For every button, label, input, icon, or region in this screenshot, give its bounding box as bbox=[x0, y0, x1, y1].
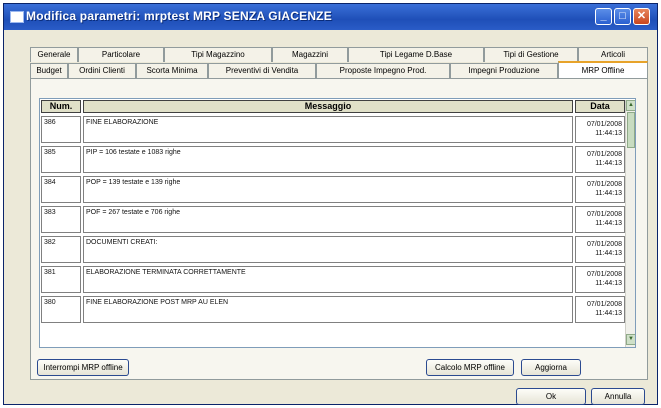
row-num: 380 bbox=[41, 296, 81, 323]
row-message: POF = 267 testate e 706 righe bbox=[83, 206, 573, 233]
tab-scorta-minima[interactable]: Scorta Minima bbox=[136, 63, 208, 78]
tab-mrp-offline[interactable]: MRP Offline bbox=[558, 61, 648, 78]
table-row[interactable]: 385 PIP = 106 testate e 1083 righe 07/01… bbox=[41, 146, 625, 176]
row-date-time: 11:44:13 bbox=[595, 190, 622, 197]
column-header-messaggio[interactable]: Messaggio bbox=[83, 100, 573, 113]
title-bar[interactable]: Modifica parametri: mrptest MRP SENZA GI… bbox=[4, 4, 657, 30]
row-date-time: 11:44:13 bbox=[595, 250, 622, 257]
maximize-button[interactable]: □ bbox=[614, 8, 631, 25]
interrompi-mrp-offline-button[interactable]: Interrompi MRP offline bbox=[37, 359, 129, 376]
row-date-time: 11:44:13 bbox=[595, 280, 622, 287]
row-date: 07/01/2008 11:44:13 bbox=[575, 266, 625, 293]
row-message: DOCUMENTI CREATI: bbox=[83, 236, 573, 263]
row-date-day: 07/01/2008 bbox=[586, 271, 622, 278]
minimize-button[interactable]: _ bbox=[595, 8, 612, 25]
row-date: 07/01/2008 11:44:13 bbox=[575, 236, 625, 263]
calcolo-mrp-offline-button[interactable]: Calcolo MRP offline bbox=[426, 359, 514, 376]
row-date: 07/01/2008 11:44:13 bbox=[575, 206, 625, 233]
row-num: 384 bbox=[41, 176, 81, 203]
tab-impegni-produzione[interactable]: Impegni Produzione bbox=[450, 63, 558, 78]
row-num: 382 bbox=[41, 236, 81, 263]
row-num: 383 bbox=[41, 206, 81, 233]
aggiorna-button[interactable]: Aggiorna bbox=[521, 359, 581, 376]
tab-particolare[interactable]: Particolare bbox=[78, 47, 164, 62]
tab-generale[interactable]: Generale bbox=[30, 47, 78, 62]
row-date-time: 11:44:13 bbox=[595, 220, 622, 227]
tab-ordini-clienti[interactable]: Ordini Clienti bbox=[68, 63, 136, 78]
row-date-day: 07/01/2008 bbox=[586, 301, 622, 308]
row-date-day: 07/01/2008 bbox=[586, 211, 622, 218]
row-message: FINE ELABORAZIONE bbox=[83, 116, 573, 143]
row-message: ELABORAZIONE TERMINATA CORRETTAMENTE bbox=[83, 266, 573, 293]
tab-tipi-di-gestione[interactable]: Tipi di Gestione bbox=[484, 47, 578, 62]
row-num: 386 bbox=[41, 116, 81, 143]
window-title: Modifica parametri: mrptest MRP SENZA GI… bbox=[26, 9, 332, 23]
table-row[interactable]: 384 POP = 139 testate e 139 righe 07/01/… bbox=[41, 176, 625, 206]
table-row[interactable]: 380 FINE ELABORAZIONE POST MRP AU ELEN 0… bbox=[41, 296, 625, 326]
table-row[interactable]: 383 POF = 267 testate e 706 righe 07/01/… bbox=[41, 206, 625, 236]
tab-magazzini[interactable]: Magazzini bbox=[272, 47, 348, 62]
row-date-time: 11:44:13 bbox=[595, 130, 622, 137]
row-date-time: 11:44:13 bbox=[595, 310, 622, 317]
row-date: 07/01/2008 11:44:13 bbox=[575, 296, 625, 323]
row-date-day: 07/01/2008 bbox=[586, 241, 622, 248]
row-date-time: 11:44:13 bbox=[595, 160, 622, 167]
tab-tipi-legame-dbase[interactable]: Tipi Legame D.Base bbox=[348, 47, 484, 62]
tab-budget[interactable]: Budget bbox=[30, 63, 68, 78]
row-message: FINE ELABORAZIONE POST MRP AU ELEN bbox=[83, 296, 573, 323]
annulla-button[interactable]: Annulla bbox=[591, 388, 645, 405]
tab-articoli[interactable]: Articoli bbox=[578, 47, 648, 62]
tab-panel-mrp-offline: Num. Messaggio Data 386 FINE ELABORAZION… bbox=[30, 78, 648, 380]
row-date: 07/01/2008 11:44:13 bbox=[575, 116, 625, 143]
tab-preventivi-di-vendita[interactable]: Preventivi di Vendita bbox=[208, 63, 316, 78]
vertical-scrollbar[interactable]: ▲ ▼ bbox=[625, 100, 635, 347]
scroll-down-button[interactable]: ▼ bbox=[626, 334, 635, 345]
tab-tipi-magazzino[interactable]: Tipi Magazzino bbox=[164, 47, 272, 62]
row-date: 07/01/2008 11:44:13 bbox=[575, 176, 625, 203]
column-header-num[interactable]: Num. bbox=[41, 100, 81, 113]
row-message: POP = 139 testate e 139 righe bbox=[83, 176, 573, 203]
row-date-day: 07/01/2008 bbox=[586, 181, 622, 188]
table-row[interactable]: 382 DOCUMENTI CREATI: 07/01/2008 11:44:13 bbox=[41, 236, 625, 266]
message-grid[interactable]: Num. Messaggio Data 386 FINE ELABORAZION… bbox=[39, 98, 636, 348]
scroll-thumb[interactable] bbox=[627, 112, 635, 148]
row-date: 07/01/2008 11:44:13 bbox=[575, 146, 625, 173]
tab-proposte-impegno-prod[interactable]: Proposte Impegno Prod. bbox=[316, 63, 450, 78]
close-button[interactable]: ✕ bbox=[633, 8, 650, 25]
row-num: 385 bbox=[41, 146, 81, 173]
row-date-day: 07/01/2008 bbox=[586, 121, 622, 128]
row-date-day: 07/01/2008 bbox=[586, 151, 622, 158]
row-message: PIP = 106 testate e 1083 righe bbox=[83, 146, 573, 173]
scroll-up-button[interactable]: ▲ bbox=[626, 100, 635, 111]
dialog-window: Modifica parametri: mrptest MRP SENZA GI… bbox=[3, 3, 658, 405]
row-num: 381 bbox=[41, 266, 81, 293]
table-row[interactable]: 386 FINE ELABORAZIONE 07/01/2008 11:44:13 bbox=[41, 116, 625, 146]
table-row[interactable]: 381 ELABORAZIONE TERMINATA CORRETTAMENTE… bbox=[41, 266, 625, 296]
window-icon bbox=[10, 11, 24, 23]
ok-button[interactable]: Ok bbox=[516, 388, 586, 405]
column-header-data[interactable]: Data bbox=[575, 100, 625, 113]
